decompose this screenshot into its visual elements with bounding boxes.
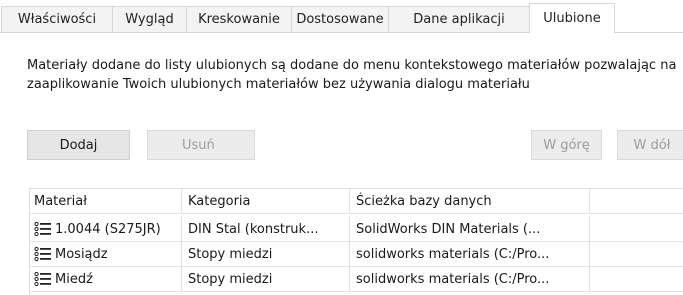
list-icon	[34, 271, 51, 287]
list-icon	[34, 246, 51, 262]
add-button[interactable]: Dodaj	[27, 130, 130, 160]
table-row[interactable]: Mosiądz Stopy miedzi solidworks material…	[30, 242, 683, 267]
column-header-database-path[interactable]: Ścieżka bazy danych	[350, 189, 590, 213]
column-header-category[interactable]: Kategoria	[182, 189, 350, 213]
move-up-button[interactable]: W górę	[531, 130, 602, 160]
material-name: Mosiądz	[55, 246, 108, 262]
table-row[interactable]: 1.0044 (S275JR) DIN Stal (konstruk... So…	[30, 217, 683, 242]
tab-appearance[interactable]: Wygląd	[112, 6, 187, 32]
category-cell: Stopy miedzi	[182, 267, 350, 291]
column-header-filler	[590, 189, 683, 213]
row-filler	[590, 217, 683, 241]
remove-button[interactable]: Usuń	[147, 130, 255, 160]
category-cell: DIN Stal (konstruk...	[182, 217, 350, 241]
table-header-row: Materiał Kategoria Ścieżka bazy danych	[30, 189, 683, 214]
move-down-button[interactable]: W dół	[617, 130, 683, 160]
favorites-description: Materiały dodane do listy ulubionych są …	[27, 58, 677, 92]
database-path-cell: solidworks materials (C:/Pro...	[350, 267, 590, 291]
tab-properties[interactable]: Właściwości	[1, 6, 113, 32]
tab-custom[interactable]: Dostosowane	[291, 6, 389, 32]
material-name: 1.0044 (S275JR)	[55, 221, 161, 237]
favorites-table: Materiał Kategoria Ścieżka bazy danych 1…	[29, 188, 683, 295]
category-cell: Stopy miedzi	[182, 242, 350, 266]
list-icon	[34, 221, 51, 237]
database-path-cell: SolidWorks DIN Materials (...	[350, 217, 590, 241]
row-filler	[590, 267, 683, 291]
row-filler	[590, 242, 683, 266]
tab-hatching[interactable]: Kreskowanie	[186, 6, 292, 32]
material-name: Miedź	[55, 271, 93, 287]
material-cell: 1.0044 (S275JR)	[30, 217, 182, 241]
table-row[interactable]: Miedź Stopy miedzi solidworks materials …	[30, 267, 683, 292]
tab-application-data[interactable]: Dane aplikacji	[388, 6, 530, 32]
tab-bar: Właściwości Wygląd Kreskowanie Dostosowa…	[0, 0, 683, 33]
database-path-cell: solidworks materials (C:/Pro...	[350, 242, 590, 266]
column-header-material[interactable]: Materiał	[30, 189, 182, 213]
material-cell: Mosiądz	[30, 242, 182, 266]
material-cell: Miedź	[30, 267, 182, 291]
tab-favorites[interactable]: Ulubione	[529, 3, 615, 33]
